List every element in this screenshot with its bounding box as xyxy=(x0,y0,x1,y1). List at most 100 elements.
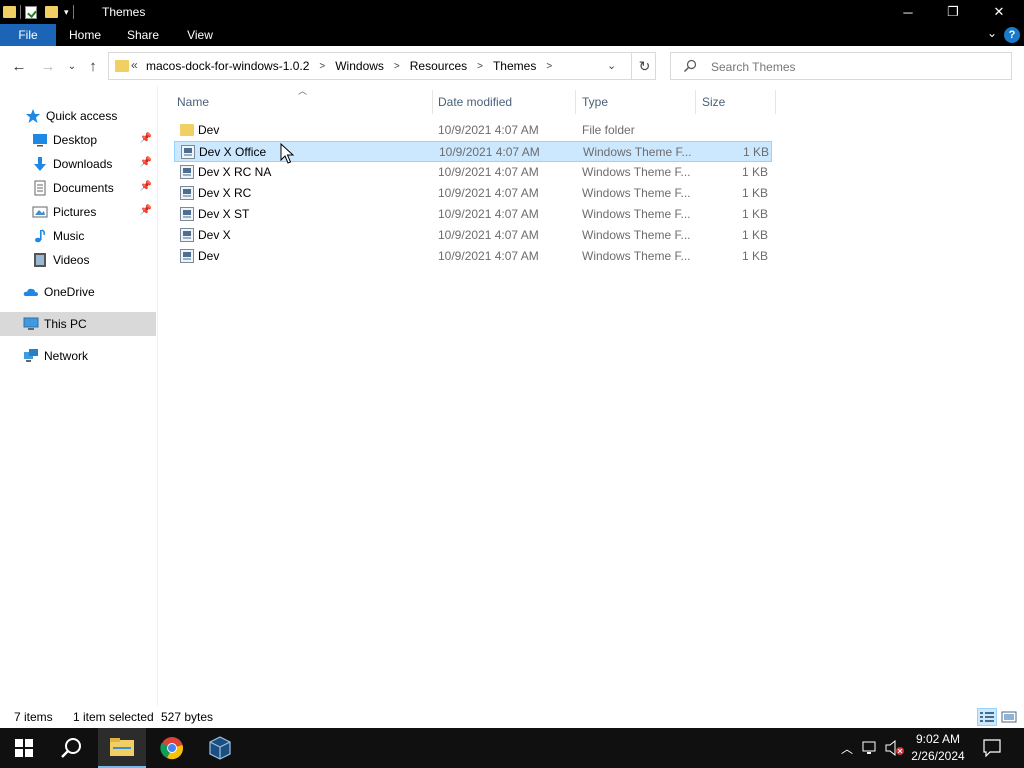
show-hidden-icons-chevron-icon[interactable]: ︿ xyxy=(838,728,856,768)
folder-icon xyxy=(115,60,129,72)
address-dropdown-icon[interactable]: ⌄ xyxy=(607,59,616,72)
customize-quick-access-icon[interactable]: ▾ xyxy=(64,7,69,18)
taskbar: ︿ 9:02 AM 2/26/2024 xyxy=(0,728,1024,768)
column-header-date[interactable]: Date modified xyxy=(433,90,575,114)
search-input[interactable]: Search Themes xyxy=(670,52,1012,80)
action-center-button[interactable] xyxy=(980,728,1004,768)
file-date: 10/9/2021 4:07 AM xyxy=(438,123,539,137)
file-date: 10/9/2021 4:07 AM xyxy=(438,228,539,242)
nav-onedrive[interactable]: OneDrive xyxy=(0,280,156,304)
nav-item-documents[interactable]: Documents 📌 xyxy=(0,176,156,200)
nav-item-desktop[interactable]: Desktop 📌 xyxy=(0,128,156,152)
nav-item-music[interactable]: Music xyxy=(0,224,156,248)
chevron-right-icon[interactable]: > xyxy=(394,61,400,72)
file-row[interactable]: Dev 10/9/2021 4:07 AM Windows Theme F...… xyxy=(174,246,772,267)
file-row-selected[interactable]: Dev X Office 10/9/2021 4:07 AM Windows T… xyxy=(174,141,772,162)
details-view-icon xyxy=(980,712,994,722)
nav-quick-access[interactable]: Quick access xyxy=(0,104,156,128)
overflow-crumbs-icon[interactable]: « xyxy=(131,58,138,72)
chevron-right-icon[interactable]: > xyxy=(477,61,483,72)
virtualbox-taskbar-button[interactable] xyxy=(196,728,244,768)
maximize-button[interactable]: ❐ xyxy=(930,0,976,24)
navigation-pane: Quick access Desktop 📌 Downloads 📌 Docum… xyxy=(0,86,157,706)
back-button[interactable]: ← xyxy=(9,56,29,76)
nav-this-pc[interactable]: This PC xyxy=(0,312,156,336)
file-row[interactable]: Dev X ST 10/9/2021 4:07 AM Windows Theme… xyxy=(174,204,772,225)
column-header-size[interactable]: Size xyxy=(697,90,775,114)
folder-icon xyxy=(3,6,16,18)
breadcrumb-item[interactable]: Windows xyxy=(335,59,384,73)
close-button[interactable]: ✕ xyxy=(976,0,1022,24)
clock[interactable]: 9:02 AM 2/26/2024 xyxy=(906,731,970,765)
speaker-muted-icon xyxy=(885,740,904,756)
file-date: 10/9/2021 4:07 AM xyxy=(439,145,540,159)
minimize-button[interactable]: ─ xyxy=(885,0,931,24)
breadcrumb-item[interactable]: macos-dock-for-windows-1.0.2 xyxy=(146,59,309,73)
file-type: Windows Theme F... xyxy=(582,207,691,221)
nav-item-downloads[interactable]: Downloads 📌 xyxy=(0,152,156,176)
details-view-button[interactable] xyxy=(977,708,997,726)
column-header-type[interactable]: Type xyxy=(577,90,695,114)
pin-icon[interactable]: 📌 xyxy=(140,205,152,216)
network-tray-icon[interactable] xyxy=(860,728,882,768)
file-row[interactable]: Dev X RC NA 10/9/2021 4:07 AM Windows Th… xyxy=(174,162,772,183)
chevron-right-icon[interactable]: > xyxy=(319,61,325,72)
file-size: 1 KB xyxy=(741,186,768,200)
file-explorer-taskbar-button[interactable] xyxy=(98,728,146,768)
pin-icon[interactable]: 📌 xyxy=(140,133,152,144)
new-folder-icon[interactable] xyxy=(45,6,58,18)
large-icons-view-icon xyxy=(1001,711,1017,723)
nav-label: This PC xyxy=(44,317,87,331)
tab-home[interactable]: Home xyxy=(58,24,112,46)
nav-label: Music xyxy=(53,229,85,243)
volume-muted-tray-icon[interactable] xyxy=(884,728,906,768)
file-row[interactable]: Dev 10/9/2021 4:07 AM File folder xyxy=(174,120,772,141)
pictures-icon xyxy=(32,206,48,218)
file-size: 1 KB xyxy=(741,165,768,179)
column-header-name[interactable]: Name xyxy=(172,90,432,114)
pin-icon[interactable]: 📌 xyxy=(140,181,152,192)
up-button[interactable]: ↑ xyxy=(83,56,103,76)
file-name: Dev xyxy=(198,123,220,137)
help-icon[interactable]: ? xyxy=(1004,27,1020,43)
tab-file[interactable]: File xyxy=(0,24,56,46)
tab-share[interactable]: Share xyxy=(116,24,170,46)
file-row[interactable]: Dev X 10/9/2021 4:07 AM Windows Theme F.… xyxy=(174,225,772,246)
breadcrumb-item[interactable]: Resources xyxy=(410,59,467,73)
address-bar[interactable]: « macos-dock-for-windows-1.0.2 > Windows… xyxy=(108,52,656,80)
theme-file-icon xyxy=(181,145,195,159)
file-type: File folder xyxy=(582,123,635,137)
recent-locations-icon[interactable]: ⌄ xyxy=(62,56,82,76)
refresh-button[interactable]: ↻ xyxy=(631,53,657,79)
nav-network[interactable]: Network xyxy=(0,344,156,368)
chevron-right-icon[interactable]: > xyxy=(546,61,552,72)
expand-ribbon-icon[interactable]: ⌄ xyxy=(987,26,997,40)
search-placeholder: Search Themes xyxy=(711,60,796,74)
search-button[interactable] xyxy=(48,728,96,768)
chrome-taskbar-button[interactable] xyxy=(148,728,196,768)
desktop-icon xyxy=(33,134,47,147)
pin-icon[interactable]: 📌 xyxy=(140,157,152,168)
forward-button[interactable]: → xyxy=(38,56,58,76)
nav-label: OneDrive xyxy=(44,285,95,299)
chrome-icon xyxy=(160,737,183,760)
file-size: 1 KB xyxy=(741,249,768,263)
file-date: 10/9/2021 4:07 AM xyxy=(438,186,539,200)
nav-label: Quick access xyxy=(46,109,118,123)
theme-file-icon xyxy=(180,249,194,263)
properties-icon[interactable] xyxy=(25,5,37,19)
nav-item-videos[interactable]: Videos xyxy=(0,248,156,272)
clock-date: 2/26/2024 xyxy=(911,749,965,763)
search-icon xyxy=(61,738,81,758)
tab-view[interactable]: View xyxy=(174,24,226,46)
file-row[interactable]: Dev X RC 10/9/2021 4:07 AM Windows Theme… xyxy=(174,183,772,204)
item-count: 7 items xyxy=(14,710,53,724)
nav-item-pictures[interactable]: Pictures 📌 xyxy=(0,200,156,224)
file-type: Windows Theme F... xyxy=(582,249,691,263)
large-icons-view-button[interactable] xyxy=(999,708,1019,726)
virtualbox-icon xyxy=(209,736,231,760)
network-icon xyxy=(862,741,876,754)
search-icon xyxy=(684,59,697,72)
start-button[interactable] xyxy=(0,728,48,768)
breadcrumb-item[interactable]: Themes xyxy=(493,59,536,73)
